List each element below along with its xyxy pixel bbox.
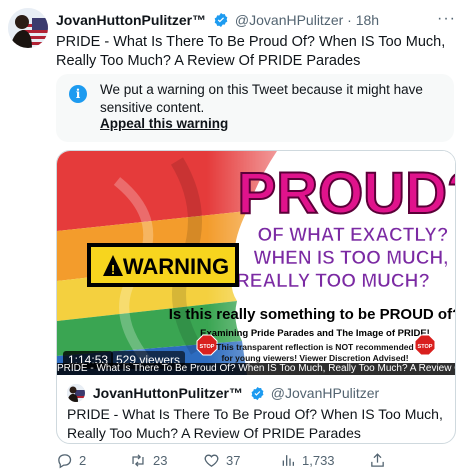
meta-separator: · [347,12,352,28]
quoted-author-avatar [67,384,85,402]
proud-question: Is this really something to be PROUD of? [169,306,455,323]
author-name[interactable]: JovanHuttonPulitzer™ [56,12,206,28]
subheadline-line-2: WHEN IS TOO MUCH, [254,248,449,269]
more-options-icon[interactable]: ··· [437,10,456,28]
share-icon [369,452,386,469]
like-count: 37 [226,453,241,468]
svg-text:STOP: STOP [418,344,433,350]
verified-badge-icon [213,12,229,31]
warning-sign: ! WARNING [87,243,239,287]
retweet-icon [129,452,147,469]
proud-headline: PROUD? [238,161,455,226]
sensitive-content-notice: i We put a warning on this Tweet because… [56,74,454,142]
view-count: 1,733 [302,453,335,468]
tweet-header: JovanHuttonPulitzer™ @JovanHPulitzer · 1… [56,12,379,31]
author-handle[interactable]: @JovanHPulitzer [235,12,343,28]
share-button[interactable] [369,452,386,469]
subheadline-line-3: REALLY TOO MUCH? [236,271,430,292]
quoted-video-card[interactable]: PROUD? OF WHAT EXACTLY? WHEN IS TOO MUCH… [56,150,456,444]
quoted-author-name[interactable]: JovanHuttonPulitzer™ [93,385,243,401]
info-icon: i [69,85,87,103]
disclaimer-line-1: This transparent reflection is NOT recom… [216,342,413,352]
heart-icon [203,452,220,469]
disclaimer-line-2: for young viewers! Viewer Discretion Adv… [221,353,408,363]
video-caption: PRIDE - What Is There To Be Proud Of? Wh… [57,363,455,375]
examining-line: Examining Pride Parades and The Image of… [200,328,430,339]
author-avatar[interactable] [8,8,48,48]
reply-button[interactable]: 2 [56,452,86,469]
quoted-tweet-header: JovanHuttonPulitzer™ @JovanHPulitzer [67,384,379,404]
warning-text: We put a warning on this Tweet because i… [100,82,423,115]
views-button[interactable]: 1,733 [280,452,335,469]
thumbnail-artwork: PROUD? OF WHAT EXACTLY? WHEN IS TOO MUCH… [57,151,455,375]
reply-icon [56,452,73,469]
video-thumbnail[interactable]: PROUD? OF WHAT EXACTLY? WHEN IS TOO MUCH… [57,151,455,375]
svg-text:STOP: STOP [200,344,215,350]
svg-text:!: ! [111,262,115,277]
tweet-time[interactable]: 18h [356,12,379,28]
analytics-icon [280,452,296,469]
retweet-count: 23 [153,453,168,468]
tweet-text: PRIDE - What Is There To Be Proud Of? Wh… [56,34,446,69]
warning-sign-label: WARNING [123,254,229,279]
subheadline-line-1: OF WHAT EXACTLY? [257,225,448,246]
stop-sign-left: STOP [196,334,218,356]
like-button[interactable]: 37 [203,452,240,469]
reply-count: 2 [79,453,87,468]
retweet-button[interactable]: 23 [129,452,167,469]
quoted-tweet-text: PRIDE - What Is There To Be Proud Of? Wh… [67,406,443,441]
quoted-verified-badge-icon [250,386,265,404]
tweet-actions-bar: 2 23 37 1,733 [56,452,466,470]
quoted-author-handle[interactable]: @JovanHPulitzer [271,385,379,401]
appeal-warning-link[interactable]: Appeal this warning [100,116,228,131]
stop-sign-right: STOP [414,334,436,356]
